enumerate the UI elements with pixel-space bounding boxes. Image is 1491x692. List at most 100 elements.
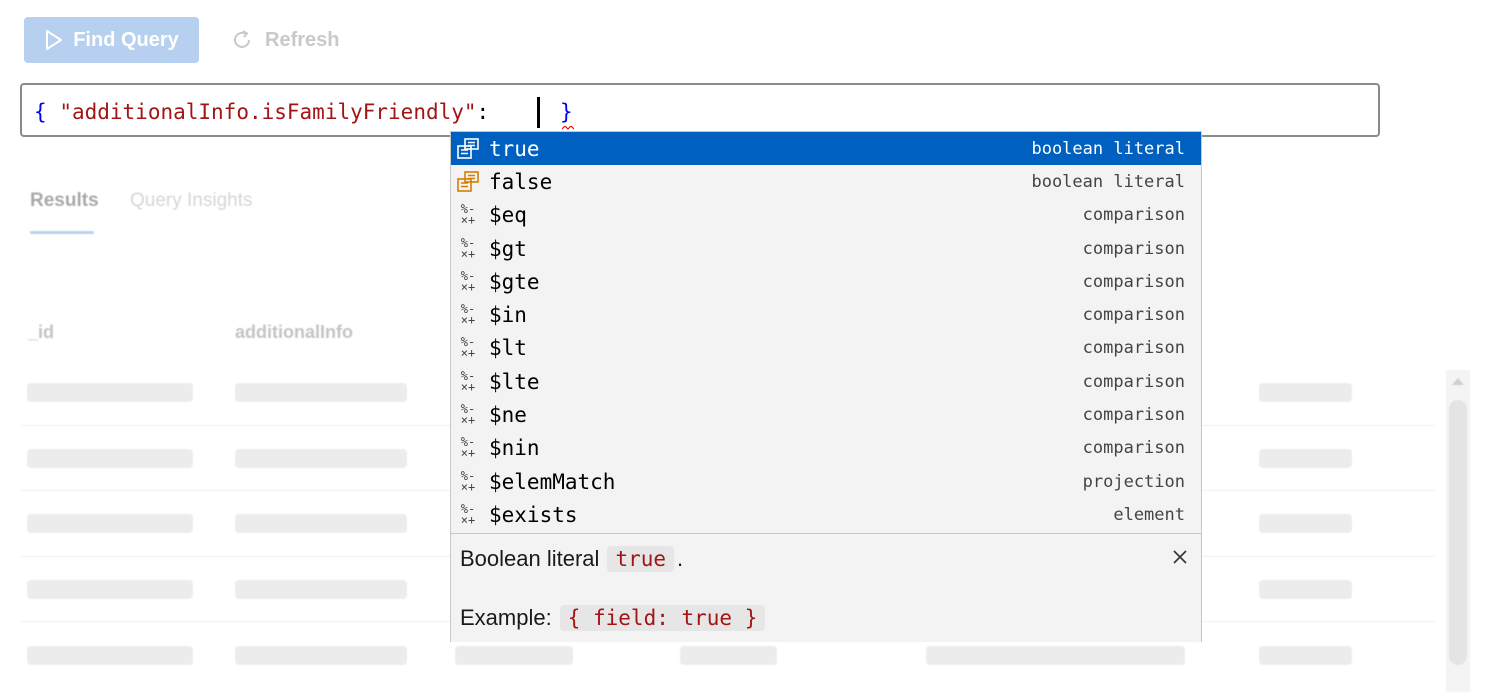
suggest-item-label: true	[489, 136, 540, 161]
suggest-item-label: $gte	[489, 269, 540, 294]
suggest-item-exists[interactable]: %- ×+ $exists element	[451, 498, 1201, 531]
details-example-label: Example:	[460, 605, 552, 630]
suggest-item-detail: comparison	[1082, 271, 1185, 292]
refresh-button[interactable]: Refresh	[231, 17, 339, 63]
open-brace: {	[34, 100, 47, 124]
close-icon	[1173, 550, 1187, 564]
suggest-item-lt[interactable]: %- ×+ $lt comparison	[451, 332, 1201, 365]
suggest-item-false[interactable]: false boolean literal	[451, 165, 1201, 198]
loading-placeholder	[27, 449, 193, 468]
loading-placeholder	[235, 580, 407, 599]
loading-placeholder	[235, 383, 407, 402]
suggest-item-detail: boolean literal	[1031, 138, 1185, 159]
loading-placeholder	[926, 646, 1185, 665]
suggest-item-eq[interactable]: %- ×+ $eq comparison	[451, 199, 1201, 232]
suggest-item-label: $in	[489, 303, 527, 328]
suggest-item-gte[interactable]: %- ×+ $gte comparison	[451, 265, 1201, 298]
operator-icon: %- ×+	[460, 435, 476, 461]
query-editor[interactable]: { "additionalInfo.isFamilyFriendly": }	[20, 83, 1380, 137]
details-description: Boolean literal true .	[460, 546, 683, 572]
suggest-item-ne[interactable]: %- ×+ $ne comparison	[451, 398, 1201, 431]
close-brace: }	[560, 100, 573, 124]
suggest-item-detail: comparison	[1082, 405, 1185, 426]
suggest-item-elemMatch[interactable]: %- ×+ $elemMatch projection	[451, 465, 1201, 498]
loading-placeholder	[27, 580, 193, 599]
scrollbar-thumb[interactable]	[1449, 400, 1467, 665]
operator-icon: %- ×+	[460, 468, 476, 494]
loading-placeholder	[1259, 514, 1352, 533]
details-desc-text: Boolean literal	[460, 546, 600, 571]
loading-placeholder	[1259, 383, 1352, 402]
operator-icon: %- ×+	[460, 235, 476, 261]
literal-icon	[455, 169, 481, 195]
suggest-item-label: $gt	[489, 236, 527, 261]
close-details-button[interactable]	[1169, 546, 1191, 568]
operator-icon: %- ×+	[460, 368, 476, 394]
loading-placeholder	[235, 646, 407, 665]
suggest-details: Boolean literal true . Example: { field:…	[451, 533, 1201, 642]
operator-icon: %- ×+	[460, 202, 476, 228]
suggest-item-detail: comparison	[1082, 338, 1185, 359]
find-query-label: Find Query	[73, 28, 179, 51]
error-squiggle	[562, 126, 574, 130]
details-desc-suffix: .	[677, 546, 684, 571]
text-caret	[537, 97, 540, 128]
suggest-item-label: $lt	[489, 336, 527, 361]
operator-icon: %- ×+	[460, 501, 476, 527]
query-colon: :	[476, 100, 490, 124]
suggest-item-detail: projection	[1082, 471, 1185, 492]
loading-placeholder	[235, 449, 407, 468]
loading-placeholder	[27, 514, 193, 533]
suggest-list: true boolean literal false boolean literal%…	[451, 132, 1201, 532]
loading-placeholder	[455, 646, 573, 665]
loading-placeholder	[1259, 646, 1352, 665]
suggest-item-detail: comparison	[1082, 438, 1185, 459]
loading-placeholder	[235, 514, 407, 533]
active-tab-indicator	[30, 231, 94, 234]
details-example: Example: { field: true }	[460, 605, 766, 631]
tab-query-insights[interactable]: Query Insights	[130, 190, 253, 212]
suggest-item-label: false	[489, 169, 553, 194]
operator-icon: %- ×+	[460, 335, 476, 361]
suggest-item-label: $eq	[489, 203, 527, 228]
play-icon	[46, 30, 63, 50]
suggest-item-lte[interactable]: %- ×+ $lte comparison	[451, 365, 1201, 398]
refresh-label: Refresh	[265, 28, 340, 51]
suggest-item-nin[interactable]: %- ×+ $nin comparison	[451, 432, 1201, 465]
scroll-up-arrow-icon[interactable]	[1452, 378, 1464, 385]
find-query-button[interactable]: Find Query	[24, 17, 199, 63]
tab-results[interactable]: Results	[30, 190, 99, 212]
loading-placeholder	[27, 383, 193, 402]
suggest-item-detail: boolean literal	[1031, 171, 1185, 192]
suggest-item-gt[interactable]: %- ×+ $gt comparison	[451, 232, 1201, 265]
suggest-item-label: $ne	[489, 403, 527, 428]
loading-placeholder	[1259, 580, 1352, 599]
suggest-item-label: $exists	[489, 502, 578, 527]
details-desc-code: true	[607, 546, 675, 572]
operator-icon: %- ×+	[460, 302, 476, 328]
literal-icon	[455, 136, 481, 162]
details-example-code: { field: true }	[559, 605, 766, 631]
suggest-widget: true boolean literal false boolean literal%…	[450, 131, 1202, 642]
query-code: { "additionalInfo.isFamilyFriendly":	[34, 98, 489, 126]
suggest-item-detail: comparison	[1082, 371, 1185, 392]
suggest-item-in[interactable]: %- ×+ $in comparison	[451, 298, 1201, 331]
loading-placeholder	[680, 646, 777, 665]
operator-icon: %- ×+	[460, 402, 476, 428]
column-header-additionalinfo: additionalInfo	[235, 322, 353, 342]
column-header-id: _id	[28, 322, 55, 342]
suggest-item-detail: element	[1113, 504, 1185, 525]
suggest-item-detail: comparison	[1082, 305, 1185, 326]
loading-placeholder	[1259, 449, 1352, 468]
toolbar: Find Query Refresh	[24, 17, 339, 63]
suggest-item-label: $lte	[489, 369, 540, 394]
suggest-item-true[interactable]: true boolean literal	[451, 132, 1201, 166]
suggest-item-label: $elemMatch	[489, 469, 616, 494]
refresh-icon	[234, 30, 250, 48]
suggest-item-label: $nin	[489, 436, 540, 461]
suggest-item-detail: comparison	[1082, 238, 1185, 259]
suggest-item-detail: comparison	[1082, 205, 1185, 226]
operator-icon: %- ×+	[460, 268, 476, 294]
query-key: "additionalInfo.isFamilyFriendly"	[59, 100, 477, 124]
loading-placeholder	[27, 646, 193, 665]
